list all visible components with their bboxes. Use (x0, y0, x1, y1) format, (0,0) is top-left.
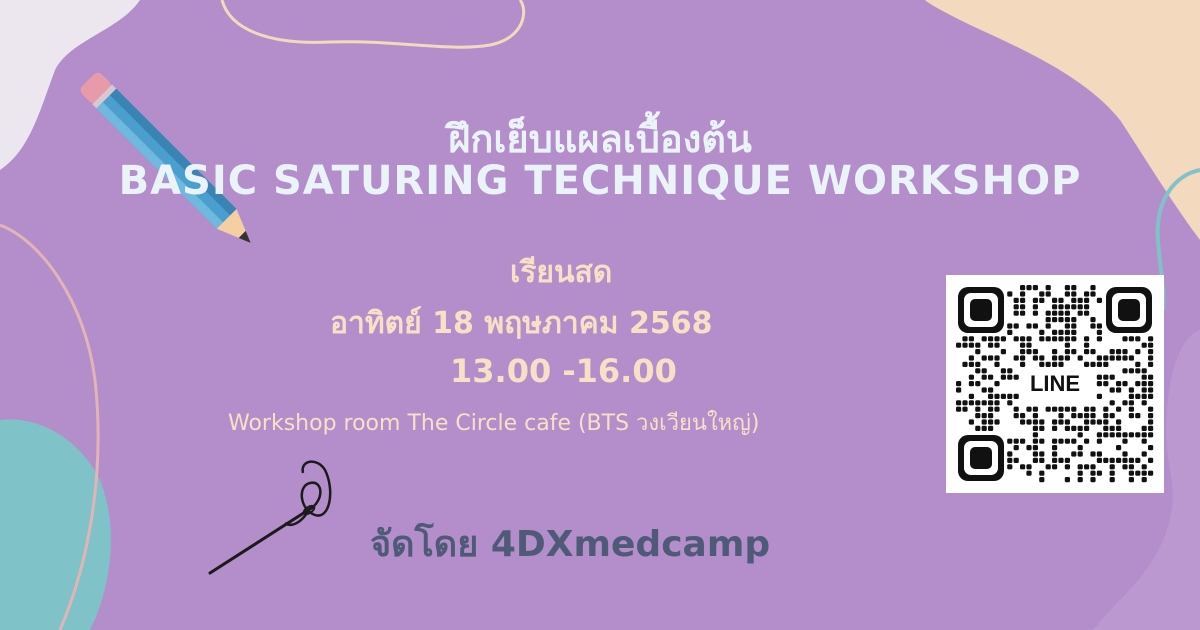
class-mode: เรียนสด (510, 255, 613, 290)
qr-code[interactable]: LINE (946, 275, 1164, 493)
title-english: BASIC SATURING TECHNIQUE WORKSHOP (118, 158, 1082, 204)
event-date: อาทิตย์ 18 พฤษภาคม 2568 (330, 306, 713, 341)
event-venue: Workshop room The Circle cafe (BTS วงเวี… (228, 411, 760, 436)
needle-thread-icon (208, 460, 332, 575)
poster-canvas: ฝึกเย็บแผลเบื้องต้น BASIC SATURING TECHN… (0, 0, 1200, 630)
organizer: จัดโดย 4DXmedcamp (370, 524, 771, 565)
qr-line-label: LINE (1029, 371, 1081, 396)
event-time: 13.00 -16.00 (450, 352, 677, 390)
